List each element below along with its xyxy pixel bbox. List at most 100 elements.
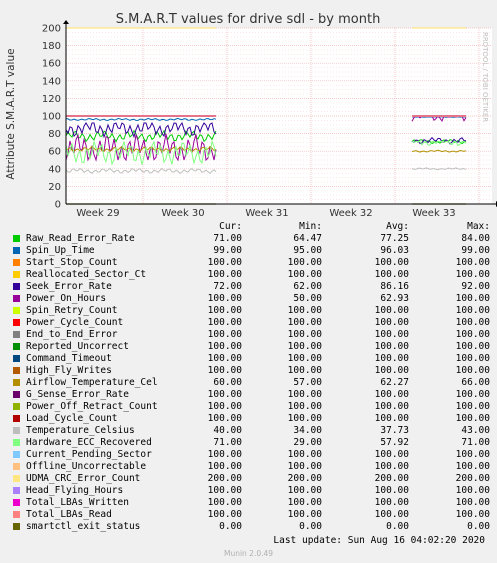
legend-value-cur: 100.00 [207,317,242,328]
legend-value-max: 99.00 [461,245,490,256]
legend-value-max: 100.00 [455,389,490,400]
legend-value-max: 100.00 [455,305,490,316]
legend-table: Cur: Min: Avg: Max: Raw_Read_Error_Rate 7… [12,221,492,533]
y-tick-label: 0 [55,200,61,211]
legend-value-cur: 100.00 [207,413,242,424]
legend-value-max: 100.00 [455,485,490,496]
y-tick-label: 160 [42,59,61,70]
legend-value-avg: 77.25 [380,233,409,244]
legend-series-name: Spin_Retry_Count [26,305,118,316]
legend-swatch [13,391,20,398]
legend-value-max: 100.00 [455,509,490,520]
legend-value-avg: 100.00 [374,413,409,424]
legend-value-max: 100.00 [455,401,490,412]
legend-value-cur: 100.00 [207,305,242,316]
legend-value-max: 43.00 [461,425,490,436]
legend-row: Hardware_ECC_Recovered 71.00 29.00 57.92 71.… [12,437,492,449]
legend-row: High_Fly_Writes 100.00 100.00 100.00 100.00 [12,365,492,377]
legend-swatch [13,355,20,362]
legend-series-name: G_Sense_Error_Rate [26,389,129,400]
legend-value-max: 92.00 [461,281,490,292]
legend-value-min: 100.00 [287,413,322,424]
legend-value-avg: 100.00 [374,449,409,460]
legend-swatch [13,319,20,326]
legend-value-cur: 100.00 [207,257,242,268]
legend-value-min: 0.00 [299,521,322,532]
legend-value-max: 84.00 [461,233,490,244]
legend-value-avg: 96.03 [380,245,409,256]
legend-value-avg: 0.00 [386,521,409,532]
legend-value-cur: 100.00 [207,485,242,496]
legend-value-cur: 100.00 [207,401,242,412]
munin-version: Munin 2.0.49 [223,549,274,558]
legend-value-max: 100.00 [455,497,490,508]
legend-row: Head_Flying_Hours 100.00 100.00 100.00 100.0… [12,485,492,497]
x-tick-label: Week 30 [161,208,204,219]
legend-value-min: 100.00 [287,497,322,508]
legend-swatch [13,415,20,422]
legend-swatch [13,427,20,434]
legend-value-avg: 100.00 [374,305,409,316]
legend-value-cur: 100.00 [207,509,242,520]
legend-swatch [13,451,20,458]
legend-value-min: 100.00 [287,317,322,328]
legend-value-min: 100.00 [287,449,322,460]
y-tick-label: 60 [48,147,61,158]
legend-series-name: Start_Stop_Count [26,257,118,268]
legend-series-name: Load_Cycle_Count [26,413,118,424]
legend-value-max: 100.00 [455,317,490,328]
legend-series-name: Airflow_Temperature_Cel [26,377,158,388]
legend-value-max: 100.00 [455,449,490,460]
legend-value-max: 100.00 [455,413,490,424]
legend-swatch [13,331,20,338]
legend-swatch [13,307,20,314]
legend-row: UDMA_CRC_Error_Count 200.00 200.00 200.00 20… [12,473,492,485]
legend-value-max: 0.00 [467,521,490,532]
legend-value-cur: 100.00 [207,461,242,472]
legend-value-min: 100.00 [287,329,322,340]
legend-series-name: Power_On_Hours [26,293,107,304]
legend-value-avg: 86.16 [380,281,409,292]
legend-value-avg: 100.00 [374,497,409,508]
y-tick-label: 100 [42,112,61,123]
legend-row: Temperature_Celsius 40.00 34.00 37.73 43.00 [12,425,492,437]
legend-value-cur: 99.00 [213,245,242,256]
legend-swatch [13,475,20,482]
legend-value-max: 100.00 [455,461,490,472]
legend-value-cur: 60.00 [213,377,242,388]
legend-row: Offline_Uncorrectable 100.00 100.00 100.00 1… [12,461,492,473]
legend-swatch [13,271,20,278]
x-tick-label: Week 32 [329,208,372,219]
legend-value-cur: 100.00 [207,353,242,364]
legend-value-max: 100.00 [455,257,490,268]
x-tick-label: Week 31 [245,208,288,219]
legend-swatch [13,235,20,242]
legend-value-max: 71.00 [461,437,490,448]
legend-swatch [13,487,20,494]
legend-value-avg: 100.00 [374,485,409,496]
x-tick-label: Week 29 [76,208,119,219]
legend-series-name: Total_LBAs_Read [26,509,112,520]
legend-series-name: smartctl_exit_status [26,521,141,532]
legend-row: Command_Timeout 100.00 100.00 100.00 100.00 [12,353,492,365]
legend-value-cur: 71.00 [213,233,242,244]
legend-row: smartctl_exit_status 0.00 0.00 0.00 0.00 [12,521,492,533]
legend-value-cur: 200.00 [207,473,242,484]
col-min-header: Min: [299,221,322,232]
legend-value-avg: 100.00 [374,389,409,400]
x-tick-label: Week 33 [412,208,455,219]
chart-title: S.M.A.R.T values for drive sdl - by mont… [116,12,381,27]
legend-rows: Raw_Read_Error_Rate 71.00 64.47 77.25 84.00 S… [12,233,492,533]
legend-value-min: 100.00 [287,485,322,496]
legend-row: Current_Pending_Sector 100.00 100.00 100.00… [12,449,492,461]
legend-value-min: 95.00 [293,245,322,256]
legend-value-max: 200.00 [455,473,490,484]
legend-swatch [13,499,20,506]
legend-row: Total_LBAs_Read 100.00 100.00 100.00 100.00 [12,509,492,521]
legend-row: Seek_Error_Rate 72.00 62.00 86.16 92.00 [12,281,492,293]
legend-value-min: 62.00 [293,281,322,292]
legend-value-cur: 40.00 [213,425,242,436]
legend-value-min: 64.47 [293,233,322,244]
legend-value-avg: 62.27 [380,377,409,388]
legend-value-cur: 100.00 [207,497,242,508]
